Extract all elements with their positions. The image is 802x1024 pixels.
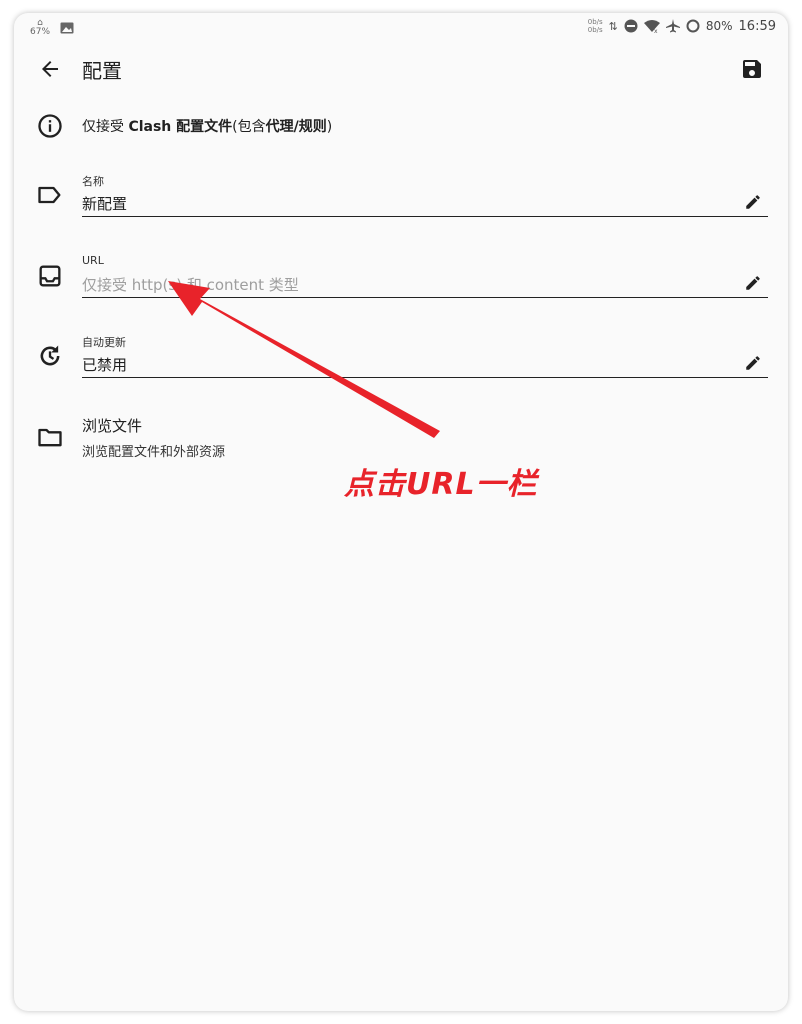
info-text: 仅接受 Clash 配置文件(包含代理/规则) [82, 119, 333, 135]
name-field-value[interactable]: 新配置 [82, 193, 127, 214]
network-speed: 0b/s 0b/s [587, 18, 603, 34]
label-tag-icon [38, 186, 61, 204]
svg-text:x: x [654, 28, 658, 33]
floppy-disk-icon[interactable] [740, 57, 764, 81]
status-left: ⌂ 67% [30, 19, 74, 37]
url-field-label: URL [82, 254, 104, 267]
browse-files-title: 浏览文件 [82, 417, 143, 435]
url-field-placeholder[interactable]: 仅接受 http(s) 和 content 类型 [82, 274, 299, 295]
auto-update-field-label: 自动更新 [82, 336, 126, 349]
status-bar: ⌂ 67% 0b/s 0b/s ⇅ x 80% 16:59 [14, 13, 788, 43]
history-clock-icon [40, 345, 60, 366]
auto-update-field-underline [82, 377, 768, 378]
info-circle-icon [38, 114, 62, 138]
url-field[interactable]: URL 仅接受 http(s) 和 content 类型 [82, 254, 768, 298]
folder-icon [38, 428, 62, 447]
name-field-underline [82, 216, 768, 217]
browse-files-subtitle: 浏览配置文件和外部资源 [82, 445, 226, 460]
do-not-disturb-icon [624, 19, 638, 33]
inbox-tray-icon [39, 265, 61, 287]
auto-update-field-value[interactable]: 已禁用 [82, 354, 127, 375]
pencil-icon[interactable] [744, 354, 762, 372]
clock: 16:59 [738, 18, 776, 34]
battery-ring-icon [686, 19, 700, 33]
arrow-left-icon[interactable] [38, 57, 62, 81]
pencil-icon[interactable] [744, 274, 762, 292]
auto-update-row: 自动更新 已禁用 [14, 332, 788, 378]
name-field-label: 名称 [82, 175, 104, 188]
image-icon [60, 22, 74, 34]
name-row: 名称 新配置 [14, 171, 788, 217]
app-bar: 配置 [14, 51, 788, 87]
wifi-icon: x [643, 19, 660, 33]
name-field[interactable]: 名称 新配置 [82, 173, 768, 217]
notification-small-icon: ⌂ 67% [30, 18, 51, 37]
airplane-icon [665, 19, 680, 33]
info-row: 仅接受 Clash 配置文件(包含代理/规则) [14, 111, 788, 141]
url-field-underline [82, 297, 768, 298]
annotation-text: 点击URL一栏 [344, 467, 538, 502]
data-transfer-icon: ⇅ [608, 19, 618, 33]
status-right: 0b/s 0b/s ⇅ x 80% 16:59 [588, 18, 776, 34]
auto-update-field[interactable]: 自动更新 已禁用 [82, 334, 768, 378]
battery-percent: 80% [705, 19, 733, 33]
page-title: 配置 [82, 59, 122, 83]
url-row: URL 仅接受 http(s) 和 content 类型 [14, 252, 788, 298]
device-frame: ⌂ 67% 0b/s 0b/s ⇅ x 80% 16:59 配置 仅接受 Cla… [14, 13, 788, 1011]
pencil-icon[interactable] [744, 193, 762, 211]
browse-files-row[interactable]: 浏览文件 浏览配置文件和外部资源 [14, 411, 788, 465]
